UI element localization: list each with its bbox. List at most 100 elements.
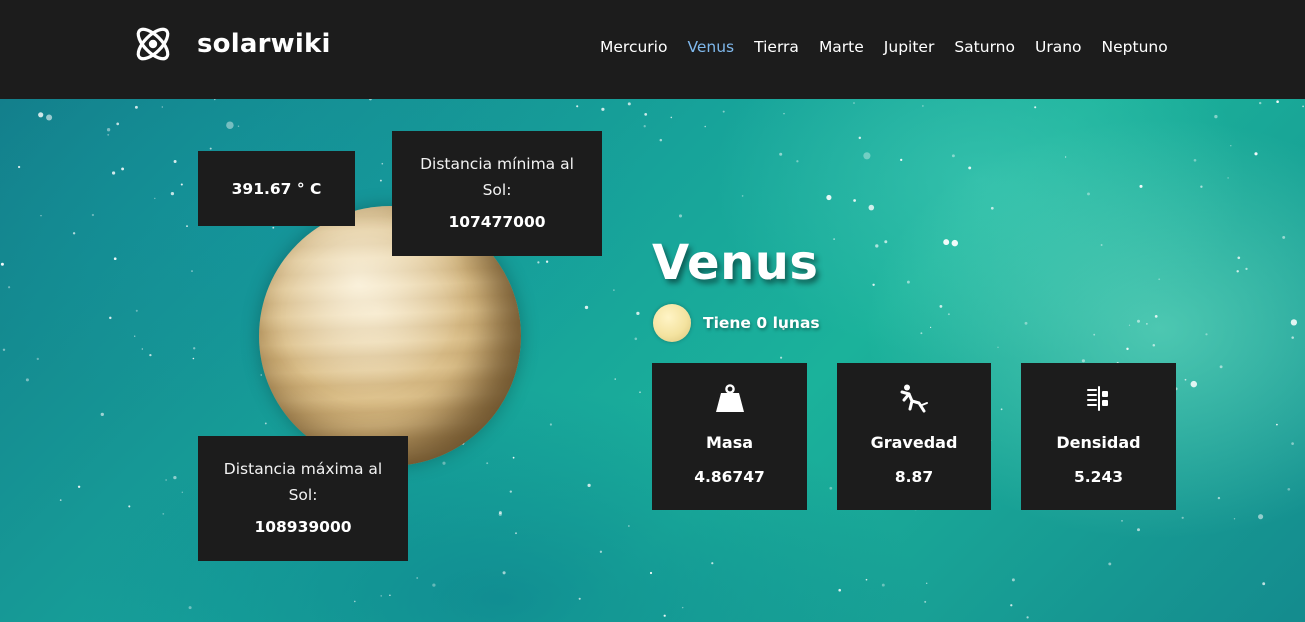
star: [512, 456, 515, 459]
star: [858, 136, 862, 140]
star: [214, 99, 216, 101]
star: [381, 162, 384, 165]
star: [128, 505, 131, 508]
stat-card-masa: Masa 4.86747: [652, 363, 807, 510]
weight-icon: [652, 383, 807, 415]
star: [1181, 516, 1184, 519]
star: [1262, 582, 1266, 586]
star: [1000, 408, 1003, 411]
stat-value-densidad: 5.243: [1073, 468, 1124, 486]
star: [1282, 235, 1286, 239]
star: [1233, 518, 1236, 520]
star: [1230, 145, 1232, 147]
star: [968, 166, 972, 170]
star: [188, 606, 192, 610]
star: [1087, 192, 1090, 196]
star: [644, 113, 648, 116]
star: [549, 423, 552, 426]
star: [1214, 114, 1218, 119]
star: [1184, 378, 1187, 381]
star: [173, 160, 177, 163]
star: [1026, 616, 1029, 619]
star: [121, 167, 125, 171]
nav-item-venus[interactable]: Venus: [687, 38, 734, 56]
star: [920, 332, 923, 335]
space-background: [0, 99, 1305, 622]
logo-link[interactable]: solarwiki: [131, 22, 331, 66]
nav-item-saturno[interactable]: Saturno: [954, 38, 1015, 56]
star: [924, 600, 927, 603]
moons-suffix: lunas: [772, 314, 820, 332]
star: [1291, 336, 1294, 339]
star: [1193, 158, 1197, 162]
star: [722, 110, 725, 113]
star: [1302, 105, 1304, 108]
star: [1034, 106, 1037, 109]
star: [8, 286, 11, 289]
star: [181, 491, 183, 493]
star: [134, 105, 138, 109]
star: [906, 280, 910, 284]
star: [25, 378, 29, 382]
nav-item-urano[interactable]: Urano: [1035, 38, 1082, 56]
star: [109, 316, 112, 320]
star: [111, 171, 116, 175]
star: [1200, 185, 1203, 188]
star: [990, 206, 994, 210]
moon-icon: [653, 304, 691, 342]
star: [1121, 520, 1123, 522]
star: [649, 571, 653, 575]
star: [416, 577, 419, 579]
star: [162, 513, 165, 515]
moons-count: 0: [756, 314, 768, 332]
star: [40, 215, 42, 217]
nav-item-mercurio[interactable]: Mercurio: [600, 38, 667, 56]
star: [537, 261, 540, 264]
nav-item-neptuno[interactable]: Neptuno: [1102, 38, 1168, 56]
nav-item-tierra[interactable]: Tierra: [754, 38, 799, 56]
star: [545, 260, 549, 263]
star: [636, 311, 640, 316]
star: [639, 391, 641, 394]
star: [779, 152, 783, 156]
nav-item-marte[interactable]: Marte: [819, 38, 864, 56]
star: [1100, 244, 1103, 246]
atom-icon: [136, 27, 170, 61]
stat-value-gravedad: 8.87: [894, 468, 934, 486]
stat-label-masa: Masa: [705, 433, 754, 452]
star: [1128, 324, 1131, 326]
star: [91, 213, 95, 217]
star: [613, 289, 615, 291]
star: [1136, 319, 1141, 323]
star: [865, 578, 868, 581]
star: [1024, 321, 1028, 325]
star: [922, 105, 924, 107]
temperature-value: 391.67 ° C: [231, 179, 322, 198]
star: [951, 239, 959, 247]
star: [46, 114, 53, 121]
moons-text: Tiene 0 lunas: [703, 314, 820, 332]
star: [1126, 347, 1129, 351]
star: [113, 257, 117, 261]
star: [1190, 380, 1198, 388]
nav-item-jupiter[interactable]: Jupiter: [884, 38, 935, 56]
star: [881, 583, 885, 587]
min-distance-box: Distancia mínima al Sol: 107477000: [392, 131, 602, 256]
star: [1254, 152, 1258, 156]
star: [106, 128, 111, 132]
star: [1237, 256, 1241, 260]
star: [165, 479, 167, 481]
star: [783, 112, 785, 115]
star: [939, 305, 943, 308]
star: [1217, 496, 1221, 500]
star: [925, 582, 928, 585]
star: [643, 125, 646, 128]
star: [389, 594, 391, 597]
star: [170, 191, 175, 196]
planet-title: Venus: [652, 235, 819, 291]
stat-value-masa: 4.86747: [694, 468, 765, 486]
star: [1290, 319, 1298, 326]
star: [741, 195, 744, 197]
star: [829, 486, 833, 490]
star: [1146, 323, 1148, 325]
